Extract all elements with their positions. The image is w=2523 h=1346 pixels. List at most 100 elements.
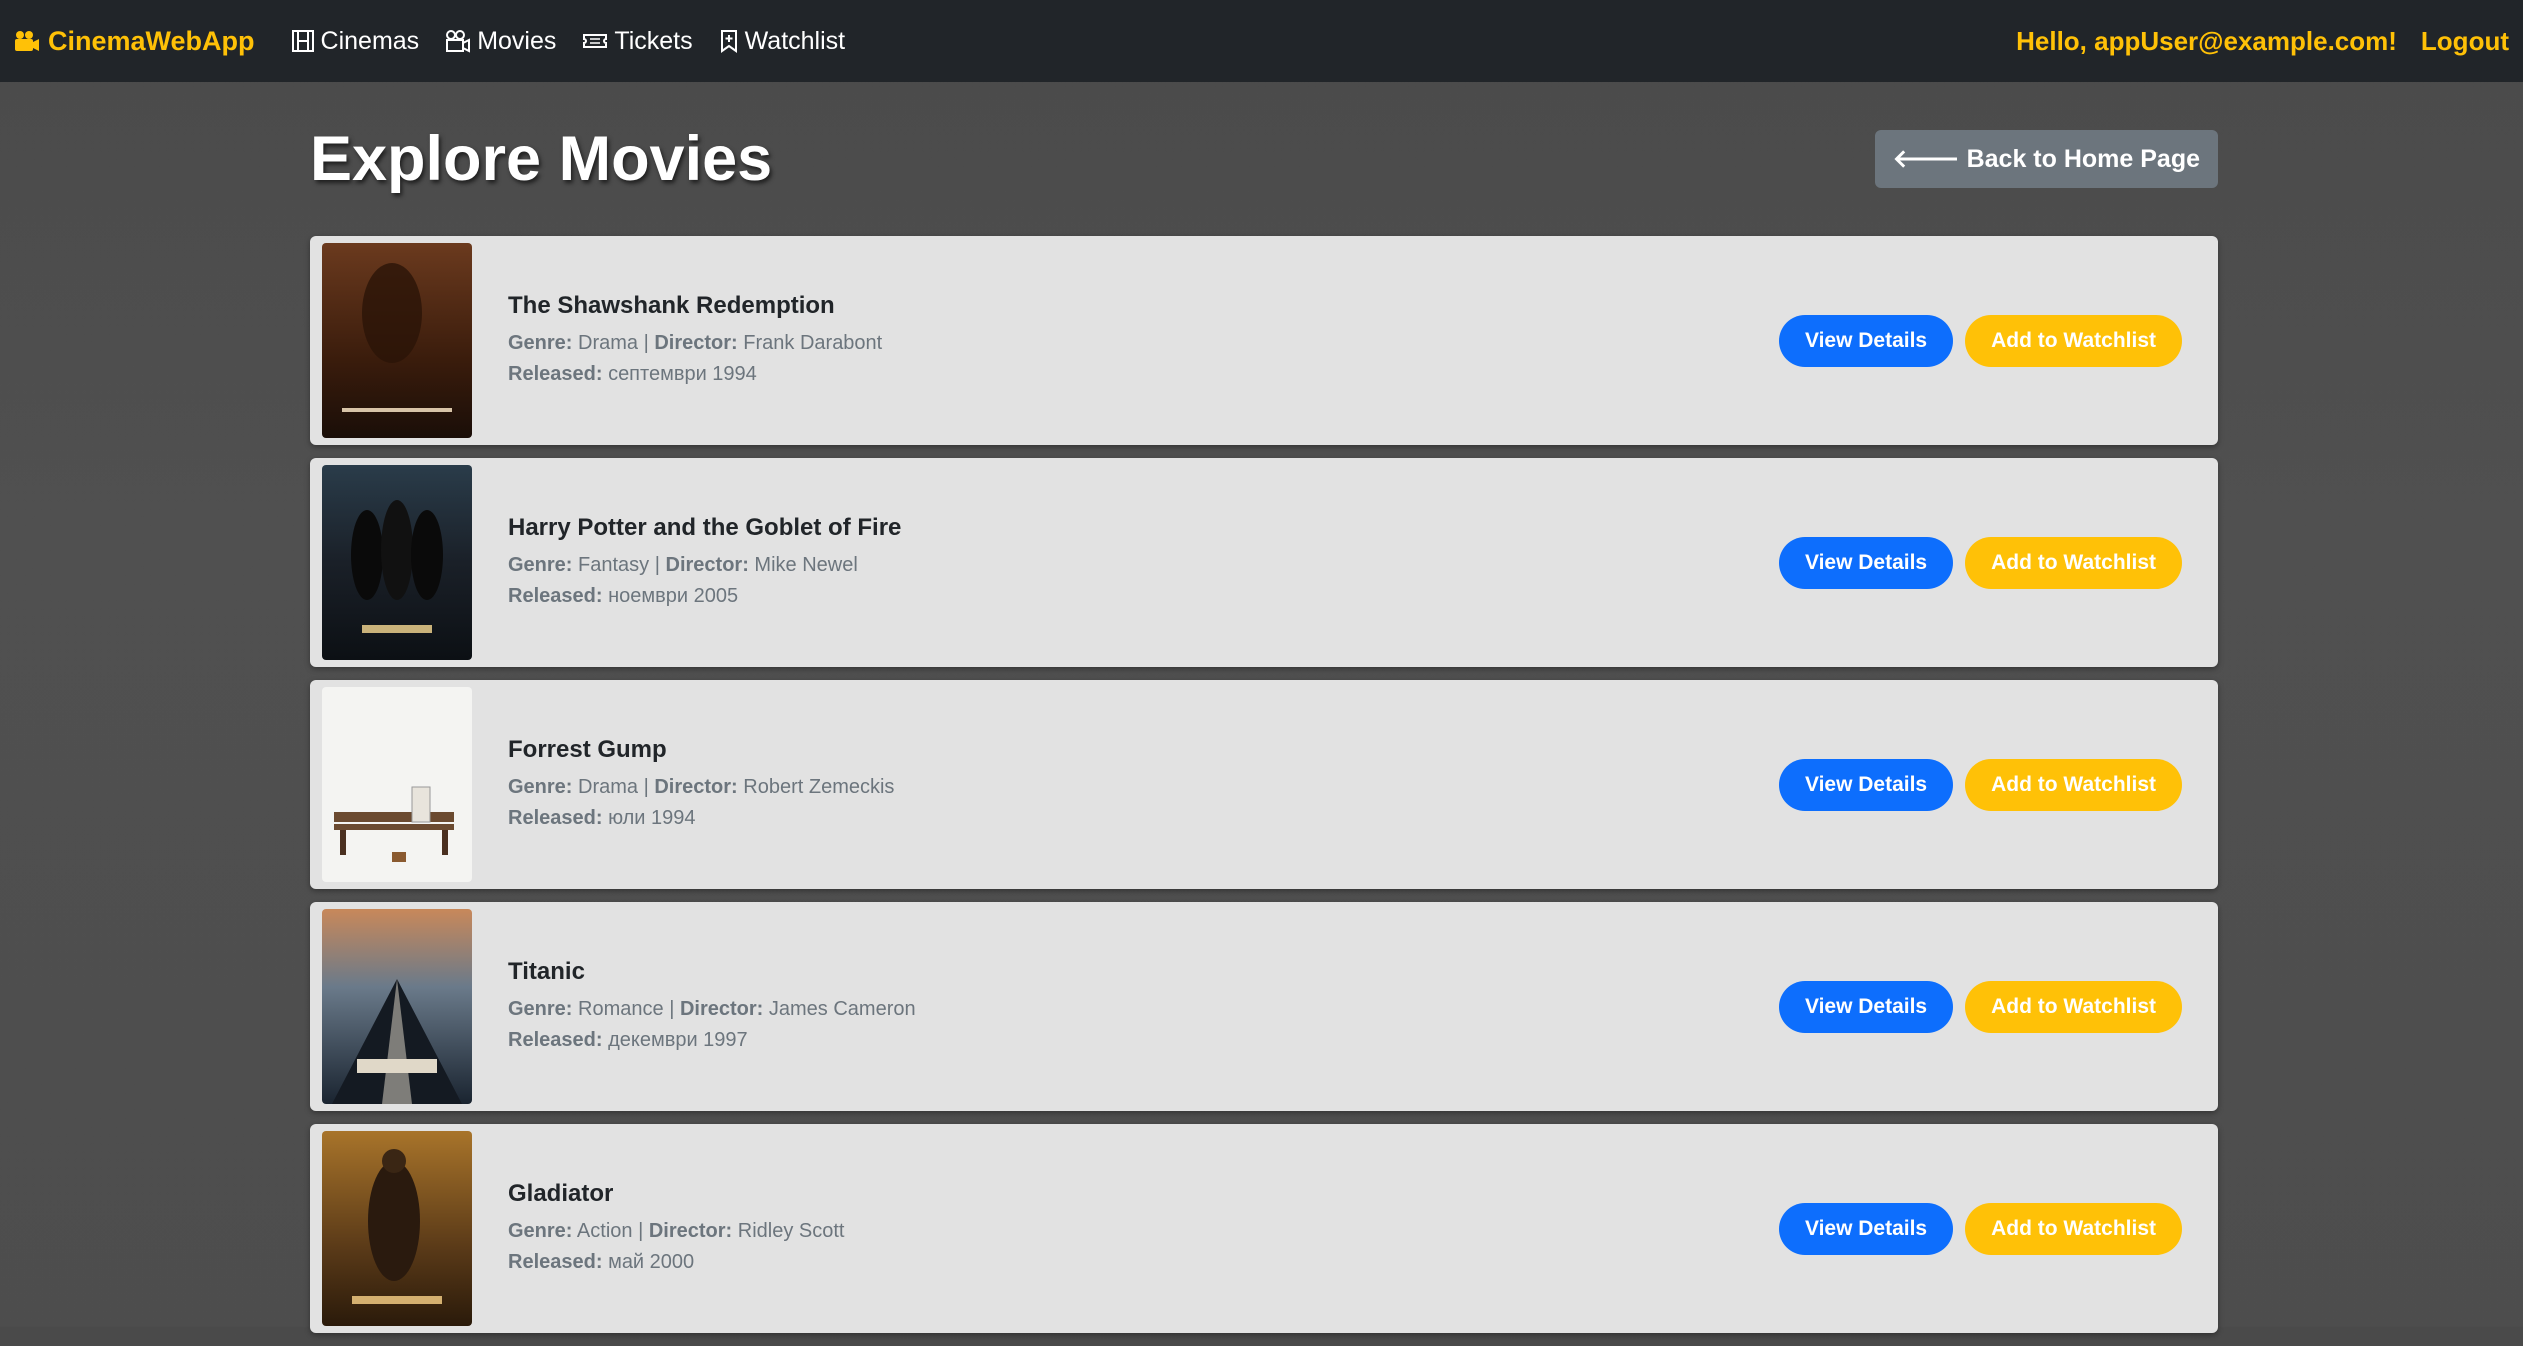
movie-meta-line: Genre: Fantasy | Director: Mike Newel — [508, 550, 1779, 581]
back-button-label: 🡐 Back to Home Page — [1892, 145, 2200, 173]
movie-title: The Shawshank Redemption — [508, 291, 835, 319]
meta-separator: | — [638, 331, 655, 354]
movie-info: Gladiator Genre: Action | Director: Ridl… — [508, 1180, 1779, 1278]
movie-release-line: Released: май 2000 — [508, 1247, 1779, 1278]
page-header: Explore Movies 🡐 Back to Home Page — [310, 82, 2218, 236]
movie-info: Titanic Genre: Romance | Director: James… — [508, 958, 1779, 1056]
released-label: Released: — [508, 362, 603, 385]
movie-director: Robert Zemeckis — [743, 775, 895, 798]
movie-meta-line: Genre: Action | Director: Ridley Scott — [508, 1216, 1779, 1247]
movie-released: май 2000 — [608, 1250, 695, 1273]
add-to-watchlist-button[interactable]: Add to Watchlist — [1965, 758, 2182, 811]
meta-separator: | — [632, 1219, 649, 1242]
movie-info: Harry Potter and the Goblet of Fire Genr… — [508, 514, 1779, 612]
movie-genre: Drama — [578, 331, 639, 354]
director-label: Director: — [648, 1219, 733, 1242]
movie-actions: View Details Add to Watchlist — [1778, 1202, 2182, 1255]
meta-separator: | — [638, 775, 655, 798]
movie-release-line: Released: декември 1997 — [508, 1025, 1779, 1056]
movie-poster — [322, 243, 472, 438]
director-label: Director: — [654, 775, 738, 798]
genre-label: Genre: — [508, 553, 573, 576]
movie-title: Gladiator — [508, 1179, 614, 1207]
nav-cinemas[interactable]: Cinemas — [291, 26, 420, 56]
brand-link[interactable]: CinemaWebApp — [14, 26, 255, 57]
view-details-button[interactable]: View Details — [1778, 1202, 1954, 1255]
film-icon — [291, 30, 314, 52]
movie-released: декември 1997 — [608, 1028, 748, 1051]
video-camera-icon — [15, 31, 39, 51]
movie-genre: Action — [576, 1219, 633, 1242]
movie-release-line: Released: ноември 2005 — [508, 581, 1779, 612]
back-to-home-button[interactable]: 🡐 Back to Home Page — [1874, 130, 2218, 188]
movie-released: септември 1994 — [608, 362, 757, 385]
movie-actions: View Details Add to Watchlist — [1778, 536, 2182, 589]
navbar: CinemaWebApp Cinemas Movies Tickets Watc… — [0, 0, 2523, 82]
movie-card: Gladiator Genre: Action | Director: Ridl… — [310, 1124, 2218, 1333]
released-label: Released: — [508, 1250, 603, 1273]
brand-label: CinemaWebApp — [48, 25, 255, 56]
movie-genre: Romance — [578, 997, 664, 1020]
movie-title: Titanic — [508, 957, 585, 985]
nav-user-area: Hello, appUser@example.com! Logout — [2016, 26, 2509, 57]
movie-genre: Drama — [578, 775, 639, 798]
add-to-watchlist-button[interactable]: Add to Watchlist — [1965, 980, 2182, 1033]
movie-meta-line: Genre: Drama | Director: Frank Darabont — [508, 328, 1779, 359]
main-content: Explore Movies 🡐 Back to Home Page The S… — [310, 82, 2218, 1346]
view-details-button[interactable]: View Details — [1778, 536, 1954, 589]
view-details-button[interactable]: View Details — [1778, 758, 1954, 811]
movie-title: Forrest Gump — [508, 735, 667, 763]
released-label: Released: — [508, 806, 603, 829]
movie-actions: View Details Add to Watchlist — [1778, 980, 2182, 1033]
view-details-button[interactable]: View Details — [1778, 980, 1954, 1033]
nav-tickets-label: Tickets — [614, 26, 693, 55]
bookmark-icon — [720, 30, 737, 53]
movie-card: Titanic Genre: Romance | Director: James… — [310, 902, 2218, 1111]
movie-meta-line: Genre: Romance | Director: James Cameron — [508, 994, 1779, 1025]
movie-info: The Shawshank Redemption Genre: Drama | … — [508, 292, 1779, 390]
nav-tickets[interactable]: Tickets — [582, 26, 693, 56]
movie-released: юли 1994 — [608, 806, 696, 829]
movie-released: ноември 2005 — [608, 584, 739, 607]
director-label: Director: — [679, 997, 764, 1020]
movie-title: Harry Potter and the Goblet of Fire — [508, 513, 902, 541]
add-to-watchlist-button[interactable]: Add to Watchlist — [1965, 1202, 2182, 1255]
movie-card: The Shawshank Redemption Genre: Drama | … — [310, 236, 2218, 445]
movie-genre: Fantasy — [578, 553, 650, 576]
logout-link[interactable]: Logout — [2421, 26, 2509, 57]
released-label: Released: — [508, 584, 603, 607]
movie-card: Harry Potter and the Goblet of Fire Genr… — [310, 458, 2218, 667]
movie-director: Mike Newel — [754, 553, 858, 576]
genre-label: Genre: — [508, 997, 573, 1020]
nav-cinemas-label: Cinemas — [320, 26, 420, 55]
genre-label: Genre: — [508, 331, 573, 354]
movie-poster — [322, 687, 472, 882]
movie-release-line: Released: септември 1994 — [508, 359, 1779, 390]
released-label: Released: — [508, 1028, 603, 1051]
ticket-icon — [583, 34, 608, 48]
movie-info: Forrest Gump Genre: Drama | Director: Ro… — [508, 736, 1779, 834]
nav-movies[interactable]: Movies — [445, 27, 556, 56]
nav-movies-label: Movies — [477, 26, 557, 55]
director-label: Director: — [654, 331, 738, 354]
meta-separator: | — [649, 553, 666, 576]
movie-poster — [322, 1131, 472, 1326]
meta-separator: | — [663, 997, 680, 1020]
user-greeting: Hello, appUser@example.com! — [2016, 25, 2397, 56]
nav-watchlist-label: Watchlist — [744, 26, 846, 55]
movie-release-line: Released: юли 1994 — [508, 803, 1779, 834]
add-to-watchlist-button[interactable]: Add to Watchlist — [1965, 314, 2182, 367]
page-title: Explore Movies — [310, 124, 773, 194]
movie-director: Ridley Scott — [737, 1219, 845, 1242]
view-details-button[interactable]: View Details — [1778, 314, 1954, 367]
movie-actions: View Details Add to Watchlist — [1778, 758, 2182, 811]
camera-reels-icon — [446, 30, 471, 53]
movie-director: Frank Darabont — [743, 331, 883, 354]
movie-meta-line: Genre: Drama | Director: Robert Zemeckis — [508, 772, 1779, 803]
movie-poster — [322, 909, 472, 1104]
nav-watchlist[interactable]: Watchlist — [719, 27, 845, 56]
add-to-watchlist-button[interactable]: Add to Watchlist — [1965, 536, 2182, 589]
movie-director: James Cameron — [768, 997, 916, 1020]
director-label: Director: — [665, 553, 749, 576]
genre-label: Genre: — [508, 775, 573, 798]
